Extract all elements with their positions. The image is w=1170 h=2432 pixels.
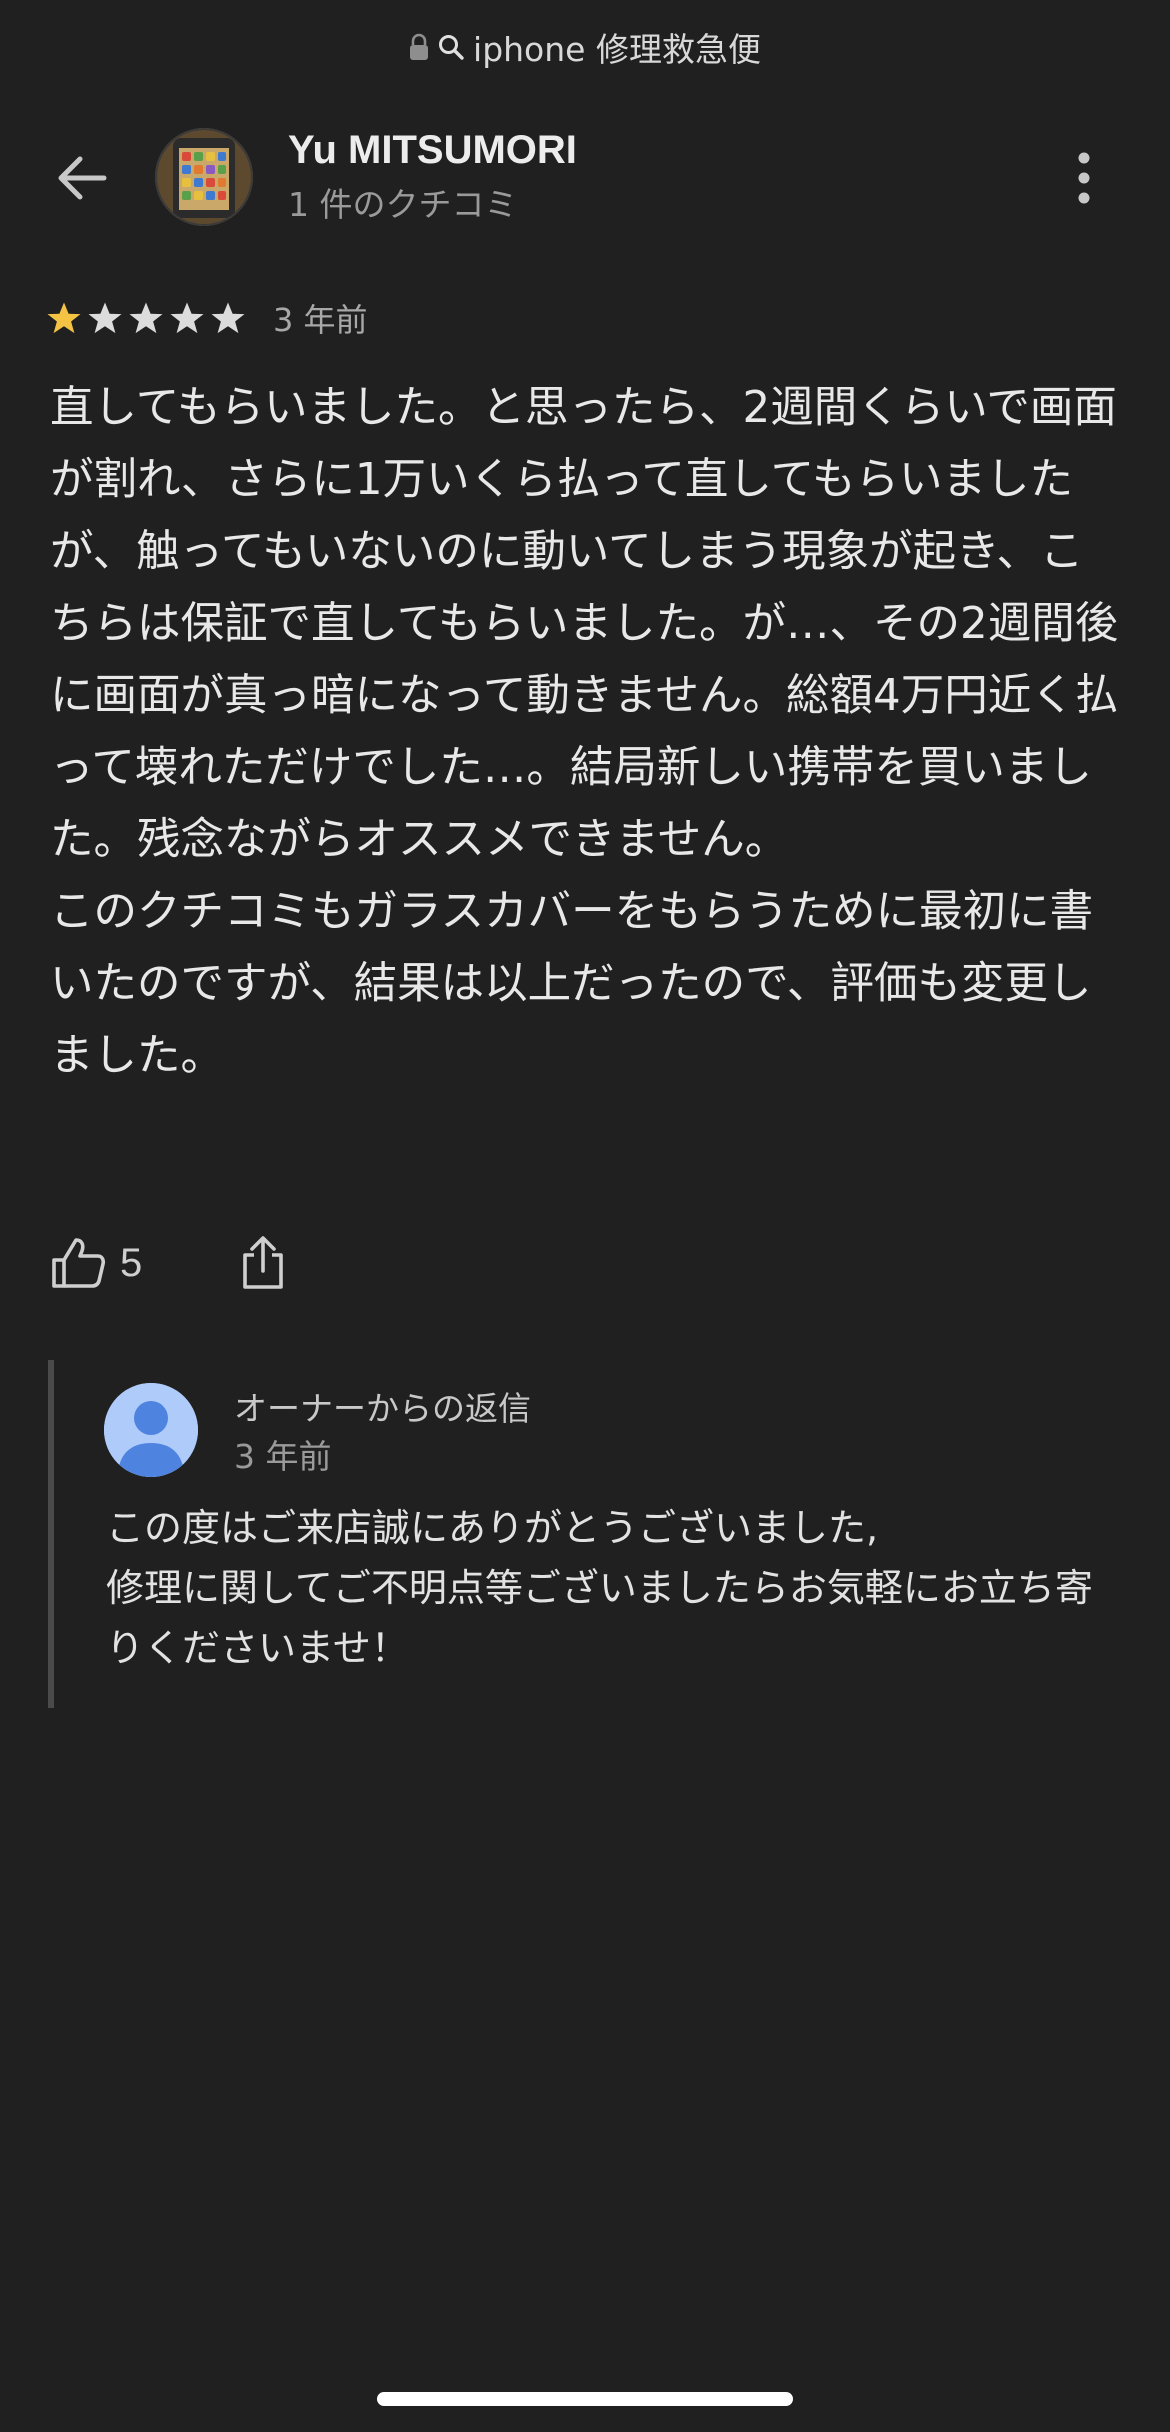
more-options-button[interactable] (1060, 148, 1108, 208)
url-bar[interactable]: iphone 修理救急便 (0, 22, 1170, 72)
lock-icon (409, 33, 429, 61)
like-button[interactable]: 5 (50, 1236, 142, 1290)
reviewer-header: Yu MITSUMORI 1 件のクチコミ (0, 128, 1170, 228)
review-actions: 5 (50, 1228, 286, 1298)
owner-reply-title: オーナーからの返信 (234, 1389, 531, 1428)
home-indicator[interactable] (377, 2392, 793, 2406)
person-icon (104, 1383, 198, 1477)
like-count: 5 (120, 1240, 143, 1285)
reviewer-avatar[interactable] (155, 128, 253, 226)
star-rating (46, 301, 251, 335)
share-button[interactable] (240, 1235, 286, 1291)
review-rating: 3 年前 (46, 294, 368, 342)
url-text: iphone 修理救急便 (473, 30, 761, 69)
search-icon (437, 33, 465, 61)
back-button[interactable] (52, 150, 112, 206)
owner-reply-text: この度はご来店誠にありがとうございました, 修理に関してご不明点等ございましたら… (106, 1506, 1093, 1670)
star-empty-icon (88, 302, 122, 334)
share-icon (243, 1236, 284, 1289)
owner-reply: オーナーからの返信 3 年前 この度はご来店誠にありがとうございました, 修理に… (48, 1360, 1134, 1708)
thumbs-up-icon (52, 1238, 106, 1288)
star-empty-icon (170, 302, 204, 334)
star-empty-icon (129, 302, 163, 334)
owner-avatar (104, 1383, 198, 1477)
more-vert-icon (1078, 152, 1090, 204)
review-text: 直してもらいました。と思ったら、2週間くらいで画面が割れ、さらに1万いくら払って… (50, 383, 1119, 1081)
review-time: 3 年前 (273, 301, 368, 339)
star-filled-icon (47, 302, 81, 334)
reviewer-review-count: 1 件のクチコミ (288, 185, 518, 224)
owner-reply-time: 3 年前 (234, 1437, 332, 1476)
arrow-left-icon (58, 156, 107, 200)
star-empty-icon (211, 302, 245, 334)
reviewer-name[interactable]: Yu MITSUMORI (288, 128, 577, 173)
